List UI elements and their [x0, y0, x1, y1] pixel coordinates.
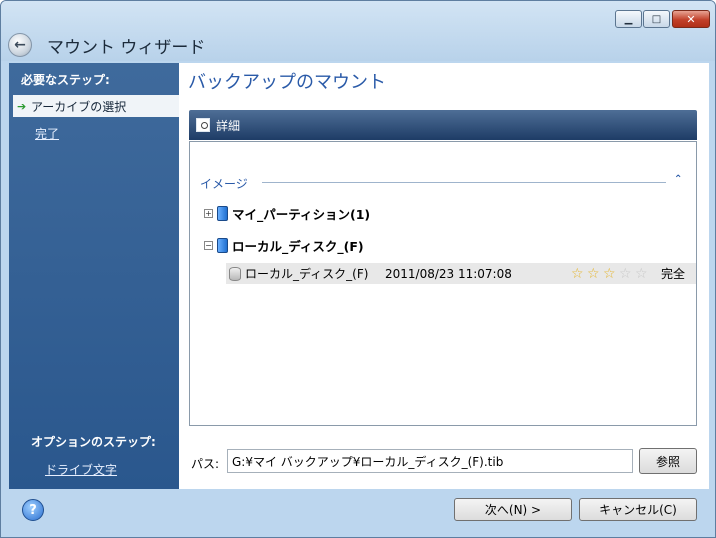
sidebar-item-select-archive[interactable]: ➔ アーカイブの選択 [13, 95, 179, 117]
expand-icon[interactable]: + [204, 209, 213, 218]
star-icon: ☆ [619, 265, 632, 282]
path-input[interactable] [227, 449, 633, 473]
window-title: マウント ウィザード [47, 38, 206, 58]
archive-row[interactable]: ローカル_ディスク_(F) 2011/08/23 11:07:08 ☆ ☆ ☆ … [226, 263, 696, 284]
page-title: バックアップのマウント [188, 72, 386, 93]
title-bar: ← マウント ウィザード ▁ □ ✕ [1, 1, 715, 61]
image-group-label: イメージ [200, 177, 248, 191]
wizard-window: ← マウント ウィザード ▁ □ ✕ 必要なステップ: ➔ アーカイブの選択 完… [0, 0, 716, 538]
sidebar-item-drive-letter[interactable]: ドライブ文字 [45, 461, 117, 478]
current-step-arrow-icon: ➔ [17, 99, 27, 113]
main-content: バックアップのマウント 詳細 イメージ ⌃ + マイ_パーティション(1) − … [179, 63, 709, 489]
star-icon: ☆ [587, 265, 600, 282]
browse-button[interactable]: 参照 [639, 448, 697, 474]
details-label: 詳細 [216, 118, 241, 133]
sidebar: 必要なステップ: ➔ アーカイブの選択 完了 オプションのステップ: ドライブ文… [9, 63, 179, 489]
optional-steps-header: オプションのステップ: [31, 435, 156, 449]
star-icon: ☆ [635, 265, 648, 282]
collapse-chevron-icon[interactable]: ⌃ [674, 174, 682, 185]
sidebar-item-finish[interactable]: 完了 [35, 125, 59, 142]
back-button[interactable]: ← [8, 33, 32, 57]
sidebar-item-label: アーカイブの選択 [31, 99, 127, 114]
group-divider [262, 182, 666, 183]
minimize-icon: ▁ [624, 13, 633, 25]
archive-status: 完全 [661, 267, 686, 281]
archive-rating: ☆ ☆ ☆ ☆ ☆ [571, 266, 651, 282]
collapse-icon[interactable]: − [204, 241, 213, 250]
star-icon: ☆ [603, 265, 616, 282]
disk-icon [217, 206, 228, 221]
tree-node-my-partition[interactable]: + マイ_パーティション(1) [204, 204, 370, 223]
minimize-button[interactable]: ▁ [615, 10, 642, 28]
required-steps-header: 必要なステップ: [21, 73, 110, 87]
close-button[interactable]: ✕ [672, 10, 710, 28]
star-icon: ☆ [571, 265, 584, 282]
tree-node-label: マイ_パーティション(1) [232, 207, 371, 222]
details-icon [196, 118, 210, 132]
maximize-icon: □ [651, 13, 662, 25]
tree-node-label: ローカル_ディスク_(F) [232, 239, 364, 254]
help-icon[interactable]: ? [22, 499, 44, 521]
cancel-button[interactable]: キャンセル(C) [579, 498, 697, 521]
tree-node-local-disk[interactable]: − ローカル_ディスク_(F) [204, 236, 364, 255]
archive-icon [229, 266, 241, 281]
archive-date: 2011/08/23 11:07:08 [385, 266, 512, 281]
archive-panel: イメージ ⌃ + マイ_パーティション(1) − ローカル_ディスク_(F) ロ… [189, 141, 697, 426]
next-button[interactable]: 次へ(N) > [454, 498, 572, 521]
footer: ? 次へ(N) > キャンセル(C) [1, 489, 715, 537]
archive-name: ローカル_ディスク_(F) [245, 267, 369, 281]
details-header[interactable]: 詳細 [189, 110, 697, 140]
disk-icon [217, 238, 228, 253]
close-icon: ✕ [686, 12, 696, 26]
path-label: パス: [191, 457, 220, 471]
back-arrow-icon: ← [14, 37, 26, 53]
maximize-button[interactable]: □ [643, 10, 670, 28]
